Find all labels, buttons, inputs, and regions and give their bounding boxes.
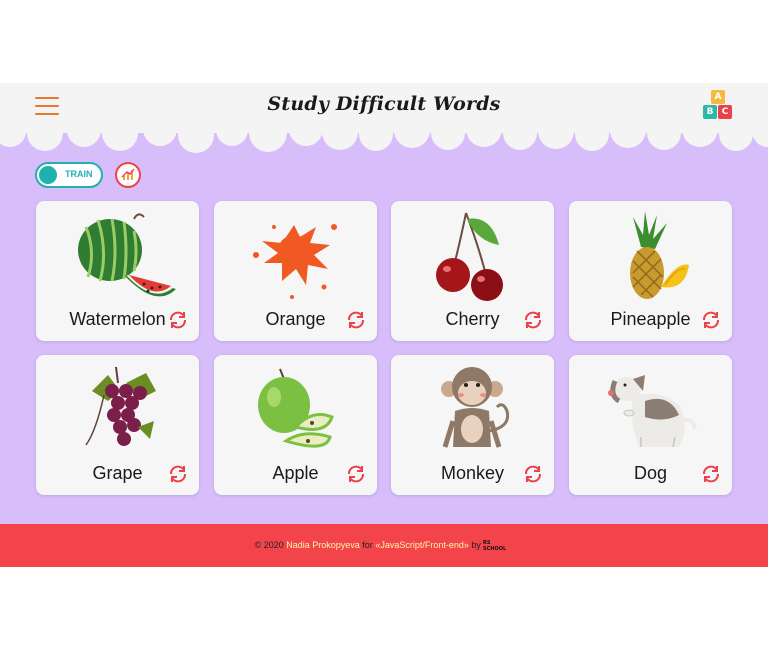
- flip-icon[interactable]: [701, 310, 721, 330]
- cloud-border: [0, 127, 768, 153]
- train-play-toggle[interactable]: TRAIN: [35, 162, 103, 188]
- flip-icon[interactable]: [168, 464, 188, 484]
- footer-copyright: © 2020: [254, 540, 284, 550]
- pineapple-icon: [630, 211, 689, 299]
- logo-block-b: B: [703, 105, 717, 119]
- word-card[interactable]: Orange: [214, 201, 377, 341]
- footer: © 2020 Nadia Prokopyeva for «JavaScript/…: [0, 524, 768, 567]
- footer-by: by: [471, 540, 481, 550]
- abc-blocks-logo[interactable]: A B C: [703, 90, 733, 120]
- statistics-button[interactable]: [115, 162, 141, 188]
- rs-school-logo[interactable]: RS SCHOOL: [483, 539, 513, 551]
- svg-text:SCHOOL: SCHOOL: [483, 546, 507, 551]
- word-card[interactable]: Apple: [214, 355, 377, 495]
- logo-block-c: C: [718, 105, 732, 119]
- orange-splash-icon: [253, 224, 337, 299]
- word-card[interactable]: Watermelon: [36, 201, 199, 341]
- logo-block-a: A: [711, 90, 725, 104]
- word-card[interactable]: Grape: [36, 355, 199, 495]
- word-card[interactable]: Pineapple: [569, 201, 732, 341]
- watermelon-icon: [78, 213, 176, 297]
- grape-icon: [85, 366, 156, 446]
- flip-icon[interactable]: [523, 464, 543, 484]
- monkey-icon: [441, 367, 510, 448]
- word-card[interactable]: Dog: [569, 355, 732, 495]
- word-cards-grid: Watermelon Orange Cherry Pineapple Grape…: [36, 201, 732, 495]
- toggle-knob: [39, 166, 57, 184]
- chart-icon: [121, 168, 135, 180]
- cherry-icon: [436, 212, 503, 301]
- apple-icon: [258, 368, 334, 448]
- course-link[interactable]: «JavaScript/Front-end»: [375, 540, 469, 550]
- app: Study Difficult Words A B C TRAIN Waterm…: [0, 83, 768, 567]
- dog-icon: [608, 375, 697, 448]
- word-card[interactable]: Monkey: [391, 355, 554, 495]
- footer-for: for: [362, 540, 373, 550]
- flip-icon[interactable]: [346, 464, 366, 484]
- flip-icon[interactable]: [523, 310, 543, 330]
- header: Study Difficult Words A B C: [0, 83, 768, 133]
- author-link[interactable]: Nadia Prokopyeva: [286, 540, 360, 550]
- page-title: Study Difficult Words: [267, 93, 501, 115]
- flip-icon[interactable]: [346, 310, 366, 330]
- word-card[interactable]: Cherry: [391, 201, 554, 341]
- toggle-label: TRAIN: [65, 169, 93, 179]
- flip-icon[interactable]: [701, 464, 721, 484]
- flip-icon[interactable]: [168, 310, 188, 330]
